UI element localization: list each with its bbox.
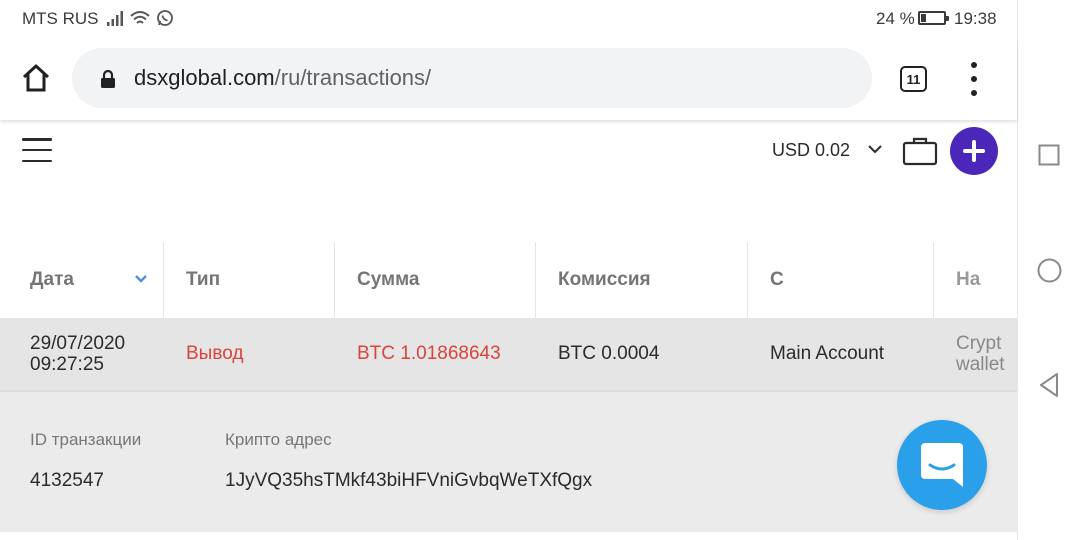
wifi-icon	[130, 11, 150, 24]
tab-switcher-button[interactable]: 11	[900, 66, 927, 92]
table-header: Дата Тип Сумма Комиссия С На	[0, 242, 1017, 318]
crypto-address-label: Крипто адрес	[225, 430, 332, 449]
cell-to: Crypt wallet	[934, 318, 1017, 390]
status-icons	[106, 8, 174, 28]
battery-percent: 24 %	[876, 9, 915, 28]
site-header: USD 0.02	[0, 120, 1017, 190]
balance-selector[interactable]: USD 0.02	[772, 140, 850, 161]
home-button[interactable]	[18, 60, 54, 96]
to-line-2: wallet	[956, 354, 1005, 375]
clock: 19:38	[954, 9, 997, 28]
to-line-1: Crypt	[956, 333, 1002, 354]
signal-icon	[107, 11, 123, 26]
cell-amount: BTC 1.01868643	[357, 343, 501, 364]
column-date[interactable]: Дата	[0, 242, 164, 318]
column-from[interactable]: С	[748, 242, 934, 318]
android-nav-bar	[1017, 0, 1080, 540]
cell-from: Main Account	[770, 343, 885, 364]
column-label: На	[956, 269, 981, 290]
carrier-label: MTS RUS	[22, 9, 99, 28]
sort-chevron-icon[interactable]	[134, 274, 148, 284]
column-to[interactable]: На	[934, 242, 1017, 318]
url-path: /ru/transactions/	[274, 65, 432, 90]
column-type[interactable]: Тип	[164, 242, 335, 318]
more-vert-icon[interactable]	[962, 62, 986, 96]
home-icon	[22, 64, 50, 92]
column-label: Сумма	[357, 269, 420, 290]
chat-icon	[921, 443, 963, 487]
transactions-table: Дата Тип Сумма Комиссия С На 29/07/2020 …	[0, 242, 1017, 532]
column-label: Комиссия	[558, 269, 651, 290]
column-label: С	[770, 269, 784, 290]
column-fee[interactable]: Комиссия	[536, 242, 748, 318]
date-value: 29/07/2020	[30, 333, 126, 354]
transaction-id-label: ID транзакции	[30, 430, 142, 449]
chat-button[interactable]	[897, 420, 987, 510]
home-circle-icon[interactable]	[1037, 258, 1062, 283]
transaction-id-value: 4132547	[30, 470, 104, 491]
cell-type: Вывод	[186, 343, 244, 364]
column-amount[interactable]: Сумма	[335, 242, 536, 318]
battery-icon	[918, 11, 949, 25]
briefcase-icon[interactable]	[902, 135, 938, 167]
add-button[interactable]	[950, 127, 998, 175]
address-bar[interactable]: dsxglobal.com/ru/transactions/	[72, 48, 872, 108]
plus-icon	[963, 140, 985, 162]
table-row[interactable]: 29/07/2020 09:27:25 Вывод BTC 1.01868643…	[0, 318, 1017, 390]
cell-date: 29/07/2020 09:27:25	[0, 318, 164, 390]
lock-icon	[101, 70, 115, 88]
chevron-down-icon[interactable]	[866, 142, 884, 156]
transaction-details: ID транзакции 4132547 Крипто адрес 1JyVQ…	[0, 390, 1017, 532]
menu-icon[interactable]	[22, 138, 52, 162]
time-value: 09:27:25	[30, 354, 104, 375]
status-bar: MTS RUS 24 % 19:38	[0, 0, 1017, 38]
browser-toolbar: dsxglobal.com/ru/transactions/ 11	[0, 38, 1017, 120]
back-icon[interactable]	[1038, 372, 1060, 398]
url-domain: dsxglobal.com	[134, 65, 275, 90]
column-label: Тип	[186, 269, 221, 290]
cell-fee: BTC 0.0004	[558, 343, 660, 364]
column-label: Дата	[30, 269, 74, 290]
url-text[interactable]: dsxglobal.com/ru/transactions/	[134, 65, 431, 91]
whatsapp-icon	[157, 10, 173, 26]
recents-icon[interactable]	[1038, 144, 1060, 166]
crypto-address-value: 1JyVQ35hsTMkf43biHFVniGvbqWeTXfQgx	[225, 470, 593, 491]
